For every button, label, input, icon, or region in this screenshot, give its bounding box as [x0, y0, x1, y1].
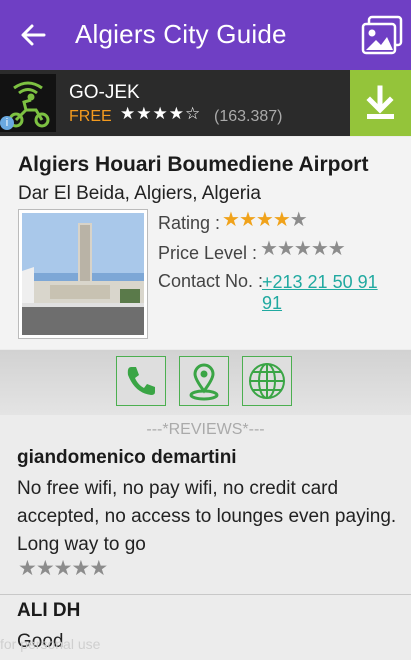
review-rating-stars: ★★★★★	[18, 556, 108, 581]
arrow-left-icon[interactable]	[20, 22, 46, 48]
star-icon: ★	[289, 209, 308, 231]
price-level-stars: ★★★★★	[260, 236, 346, 261]
star-icon: ★	[272, 209, 291, 231]
review-divider	[0, 594, 411, 595]
ad-app-name: GO-JEK	[69, 82, 140, 103]
star-icon: ★	[89, 557, 108, 580]
ad-rating-count: (163.387)	[214, 108, 283, 125]
action-bar	[0, 350, 411, 415]
place-photo[interactable]	[18, 209, 148, 339]
place-card: Algiers Houari Boumediene Airport Dar El…	[0, 137, 411, 349]
rating-stars: ★★★★★	[222, 207, 308, 232]
reviews-heading: ---*REVIEWS*---	[146, 421, 265, 438]
place-name: Algiers Houari Boumediene Airport	[18, 153, 369, 176]
map-button[interactable]	[179, 356, 229, 406]
star-icon: ★	[310, 238, 329, 260]
ad-info-icon[interactable]: i	[0, 116, 14, 130]
star-icon: ★	[71, 557, 90, 580]
download-button[interactable]	[350, 70, 411, 136]
app-title: Algiers City Guide	[75, 19, 287, 49]
star-icon: ★	[18, 557, 37, 580]
ad-price: FREE	[69, 108, 112, 125]
star-icon: ★	[238, 209, 257, 231]
image-gallery-icon[interactable]	[361, 15, 403, 55]
download-icon	[366, 85, 394, 119]
review-author: ALI DH	[17, 600, 81, 621]
ad-banner[interactable]: i GO-JEK FREE ★★★★☆ (163.387)	[0, 70, 411, 136]
contact-label: Contact No. :	[158, 271, 264, 291]
star-icon: ★	[255, 209, 274, 231]
ad-stars: ★★★★☆	[120, 104, 202, 123]
star-icon: ★	[222, 209, 240, 231]
phone-link[interactable]: +213 21 50 91 91	[262, 272, 392, 314]
phone-icon	[127, 367, 155, 395]
review-text: No free wifi, no pay wifi, no credit car…	[17, 478, 397, 555]
star-icon: ★	[276, 238, 295, 260]
review-author: giandomenico demartini	[17, 447, 237, 468]
star-icon: ★	[53, 557, 73, 580]
call-button[interactable]	[116, 356, 166, 406]
rating-label: Rating :	[158, 213, 221, 233]
website-button[interactable]	[242, 356, 292, 406]
star-icon: ★	[260, 238, 278, 260]
map-pin-icon	[189, 363, 219, 401]
star-icon: ★	[293, 238, 312, 260]
price-level-label: Price Level :	[158, 243, 258, 263]
star-icon: ★	[35, 557, 55, 580]
app-bar: Algiers City Guide	[0, 0, 411, 70]
star-icon: ★	[327, 238, 346, 260]
watermark: for personal use	[0, 636, 101, 652]
place-address: Dar El Beida, Algiers, Algeria	[18, 183, 261, 204]
globe-icon	[249, 363, 285, 399]
